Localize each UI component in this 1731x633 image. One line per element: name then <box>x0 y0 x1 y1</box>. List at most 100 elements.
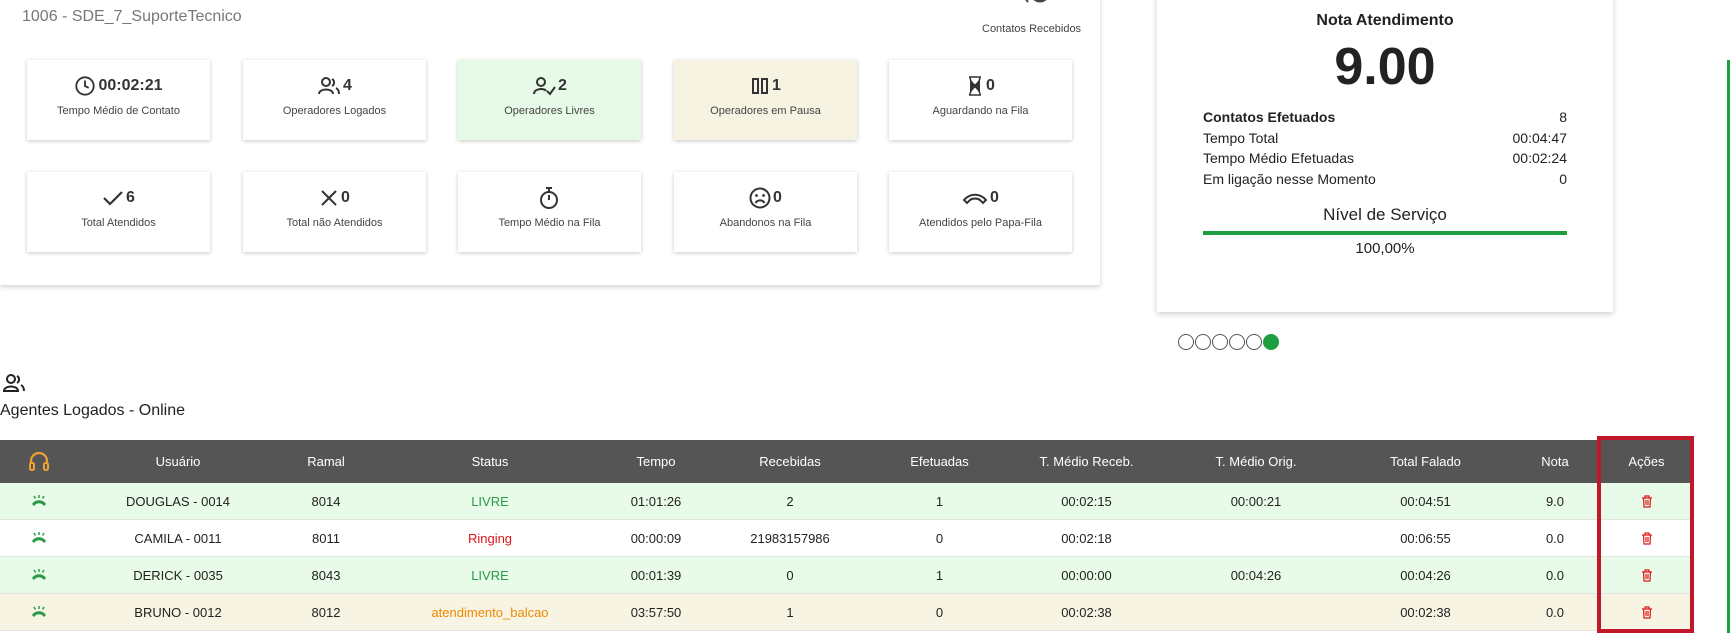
agents-table-header: Usuário Ramal Status Tempo Recebidas Efe… <box>0 440 1690 483</box>
cell-made: 0 <box>935 530 944 546</box>
rating-row-value: 0 <box>1559 170 1567 187</box>
rating-row: Tempo Médio Efetuadas 00:02:24 <box>1203 150 1567 171</box>
stat-card-total-unanswered: 0 Total não Atendidos <box>243 172 426 252</box>
stat-label: Tempo Médio de Contato <box>57 105 180 117</box>
rating-card: Nota Atendimento 9.00 Contatos Efetuados… <box>1157 0 1613 312</box>
rating-row: Em ligação nesse Momento 0 <box>1203 171 1567 192</box>
cell-time: 01:01:26 <box>630 493 682 509</box>
stat-value: 0 <box>986 77 995 94</box>
headset-icon <box>0 451 78 473</box>
phone-ringing-icon <box>0 494 78 508</box>
carousel-dot[interactable] <box>1212 334 1228 350</box>
carousel-dot[interactable] <box>1229 334 1245 350</box>
cell-total-talked: 00:04:26 <box>1400 567 1451 583</box>
stat-card-avg-contact-time: 00:02:21 Tempo Médio de Contato <box>27 60 210 140</box>
stat-label: Atendidos pelo Papa-Fila <box>919 217 1042 229</box>
service-level-bar <box>1203 231 1567 235</box>
stat-label: Abandonos na Fila <box>719 217 812 229</box>
cell-made: 1 <box>935 493 944 509</box>
rating-row-label: Em ligação nesse Momento <box>1203 170 1376 187</box>
stat-card-free-operators: 2 Operadores Livres <box>458 60 641 140</box>
stat-card-avg-queue-time: Tempo Médio na Fila <box>458 172 641 252</box>
stat-card-queue-abandons: 0 Abandonos na Fila <box>674 172 857 252</box>
rating-row-value: 00:04:47 <box>1512 129 1568 146</box>
cell-user: DOUGLAS - 0014 <box>125 493 231 509</box>
stat-label: Operadores em Pausa <box>710 105 821 117</box>
stat-label: Operadores Logados <box>282 105 387 117</box>
stat-card-logged-operators: 4 Operadores Logados <box>243 60 426 140</box>
cell-received: 1 <box>786 604 794 620</box>
stat-card-waiting-queue: 0 Aguardando na Fila <box>889 60 1072 140</box>
service-level-value: 100,00% <box>1355 240 1415 257</box>
table-row: CAMILA - 0011 8011 Ringing 00:00:09 2198… <box>0 520 1690 557</box>
agents-table: Usuário Ramal Status Tempo Recebidas Efe… <box>0 440 1690 631</box>
agents-users-icon <box>2 373 26 398</box>
cell-total-talked: 00:06:55 <box>1400 530 1451 546</box>
cell-status: LIVRE <box>471 567 509 583</box>
stat-value: 1 <box>772 77 781 94</box>
queue-title: 1006 - SDE_7_SuporteTecnico <box>22 8 242 25</box>
rating-score: 9.00 <box>1334 38 1436 96</box>
table-row: BRUNO - 0012 8012 atendimento_balcao 03:… <box>0 594 1690 631</box>
sad-face-icon <box>749 187 771 209</box>
stat-value: 0 <box>341 189 350 206</box>
carousel-dot[interactable] <box>1195 334 1211 350</box>
cell-user: CAMILA - 0011 <box>134 530 222 546</box>
cell-made: 1 <box>935 567 944 583</box>
stat-card-paused-operators: 1 Operadores em Pausa <box>674 60 857 140</box>
delete-button[interactable] <box>1603 605 1690 619</box>
rating-row: Tempo Total 00:04:47 <box>1203 130 1567 151</box>
col-header-actions: Ações <box>1628 454 1665 469</box>
carousel-dot[interactable] <box>1246 334 1262 350</box>
carousel-dot[interactable] <box>1263 334 1279 350</box>
check-icon <box>103 191 123 206</box>
cell-status: Ringing <box>467 530 513 546</box>
cell-rating: 0.0 <box>1545 530 1565 546</box>
cell-received: 0 <box>786 567 794 583</box>
cell-ramal: 8011 <box>312 530 340 546</box>
stat-label: Aguardando na Fila <box>932 105 1029 117</box>
stat-label: Total não Atendidos <box>286 217 383 229</box>
delete-button[interactable] <box>1603 568 1690 582</box>
col-header-avg-originated: T. Médio Orig. <box>1215 454 1297 469</box>
cell-total-talked: 00:02:38 <box>1400 604 1451 620</box>
col-header-rating: Nota <box>1541 454 1569 469</box>
phone-hangup-icon <box>962 193 988 205</box>
cell-made: 0 <box>935 604 944 620</box>
cell-avg-originated: 00:04:26 <box>1230 567 1282 583</box>
clock-icon <box>75 76 96 96</box>
col-header-time: Tempo <box>636 454 676 469</box>
rating-row-label: Contatos Efetuados <box>1203 109 1336 125</box>
cell-received: 2 <box>786 493 794 509</box>
trash-icon <box>1641 605 1652 619</box>
delete-button[interactable] <box>1603 494 1690 508</box>
phone-ringing-icon <box>0 605 78 619</box>
phone-incoming-icon <box>1020 0 1050 16</box>
cell-avg-received: 00:02:38 <box>1061 604 1112 620</box>
delete-button[interactable] <box>1603 531 1690 545</box>
rating-row-label: Tempo Total <box>1203 129 1279 146</box>
cell-user: DERICK - 0035 <box>133 567 223 583</box>
col-header-avg-received: T. Médio Receb. <box>1039 454 1134 469</box>
stat-value: 00:02:21 <box>98 77 163 94</box>
stat-value: 6 <box>126 189 135 206</box>
rating-details: Contatos Efetuados 8 Tempo Total 00:04:4… <box>1203 109 1567 191</box>
cell-time: 03:57:50 <box>630 604 682 620</box>
contacts-received-label: Contatos Recebidos <box>982 23 1082 35</box>
rating-row-value: 00:02:24 <box>1512 150 1568 166</box>
stat-value: 4 <box>343 77 352 94</box>
cell-user: BRUNO - 0012 <box>134 604 222 620</box>
phone-ringing-icon <box>0 568 78 582</box>
carousel-dot[interactable] <box>1178 334 1194 350</box>
col-header-total-talked: Total Falado <box>1390 454 1461 469</box>
queue-panel: 1006 - SDE_7_SuporteTecnico Contatos Rec… <box>0 0 1100 285</box>
stopwatch-icon <box>539 187 558 209</box>
stat-label: Tempo Médio na Fila <box>498 217 601 229</box>
cell-ramal: 8012 <box>311 604 341 620</box>
rating-row: Contatos Efetuados 8 <box>1203 109 1567 130</box>
cell-rating: 9.0 <box>1545 493 1565 509</box>
trash-icon <box>1641 494 1652 508</box>
cell-status: atendimento_balcao <box>431 604 549 620</box>
stat-card-papa-fila: 0 Atendidos pelo Papa-Fila <box>889 172 1072 252</box>
col-header-status: Status <box>471 454 509 469</box>
